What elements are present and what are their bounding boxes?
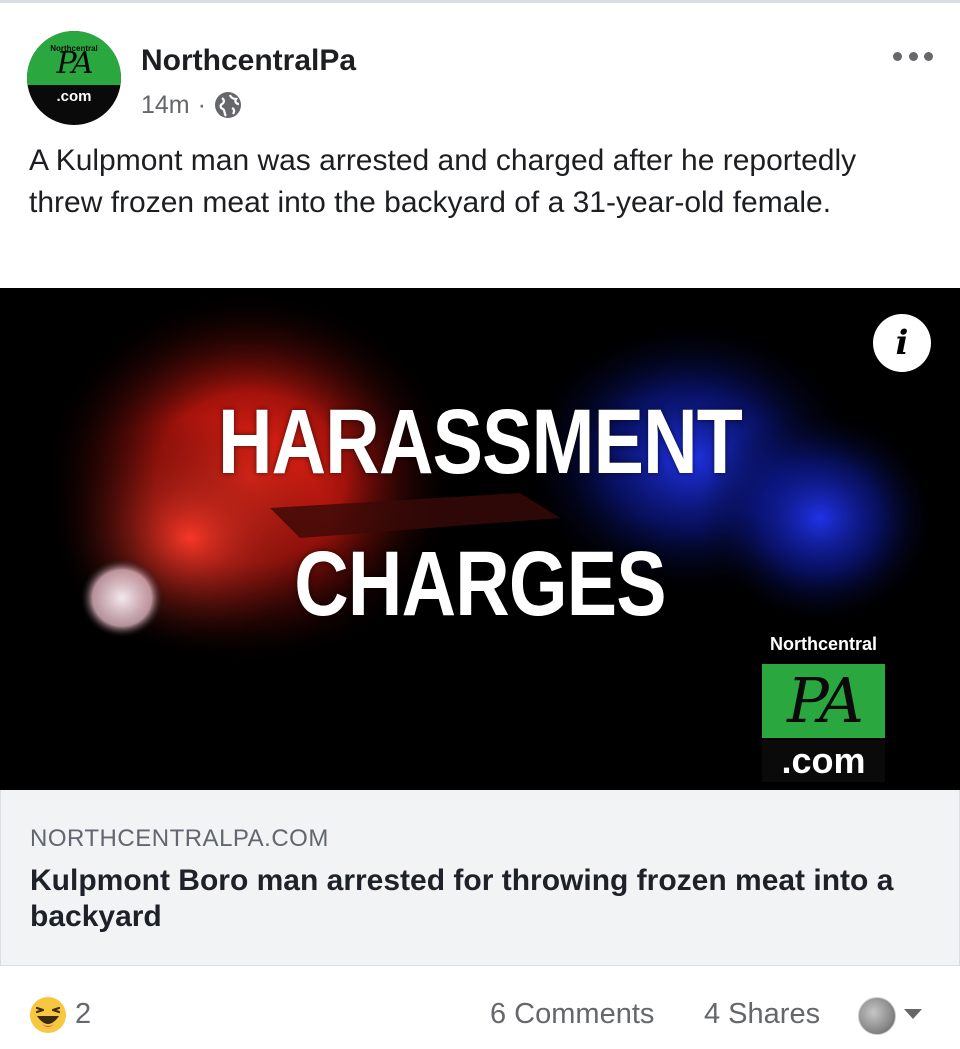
link-preview[interactable]: NORTHCENTRALPA.COM Kulpmont Boro man arr… bbox=[0, 790, 960, 966]
haha-emoji-icon[interactable] bbox=[29, 996, 67, 1034]
page-avatar[interactable]: Northcentral PA .com bbox=[27, 31, 121, 125]
image-headline-line1: HARASSMENT bbox=[217, 391, 743, 493]
more-dot-icon bbox=[893, 51, 902, 61]
more-options-button[interactable] bbox=[893, 46, 933, 66]
image-logo-mark: PA bbox=[787, 664, 864, 737]
image-logo-dotcom: .com bbox=[762, 740, 885, 782]
meta-separator: · bbox=[197, 90, 206, 119]
more-dot-icon bbox=[924, 51, 933, 61]
more-dot-icon bbox=[908, 51, 918, 61]
post-text: A Kulpmont man was arrested and charged … bbox=[29, 144, 857, 219]
page-name-link[interactable]: NorthcentralPa bbox=[141, 44, 356, 78]
info-icon[interactable]: i bbox=[873, 314, 931, 372]
comments-count[interactable]: 6 Comments bbox=[490, 998, 654, 1031]
avatar-logo-mark: PA bbox=[56, 46, 93, 81]
post-meta: 14m · bbox=[141, 88, 242, 122]
avatar-dotcom: .com bbox=[56, 88, 92, 105]
image-headline-line2: CHARGES bbox=[294, 533, 666, 635]
globe-icon bbox=[214, 92, 241, 118]
link-title: Kulpmont Boro man arrested for throwing … bbox=[30, 864, 894, 933]
image-logo-brand: Northcentral bbox=[769, 634, 877, 654]
chevron-down-icon[interactable] bbox=[902, 1007, 924, 1021]
post-timestamp[interactable]: 14m bbox=[141, 91, 190, 120]
image-logo: Northcentral PA .com bbox=[762, 634, 885, 782]
engagement-bar: 2 6 Comments 4 Shares bbox=[0, 990, 960, 1040]
shares-count[interactable]: 4 Shares bbox=[704, 998, 820, 1031]
link-domain: NORTHCENTRALPA.COM bbox=[30, 825, 329, 852]
reaction-count[interactable]: 2 bbox=[75, 998, 91, 1031]
top-divider bbox=[0, 0, 960, 3]
viewer-avatar[interactable] bbox=[858, 997, 896, 1035]
